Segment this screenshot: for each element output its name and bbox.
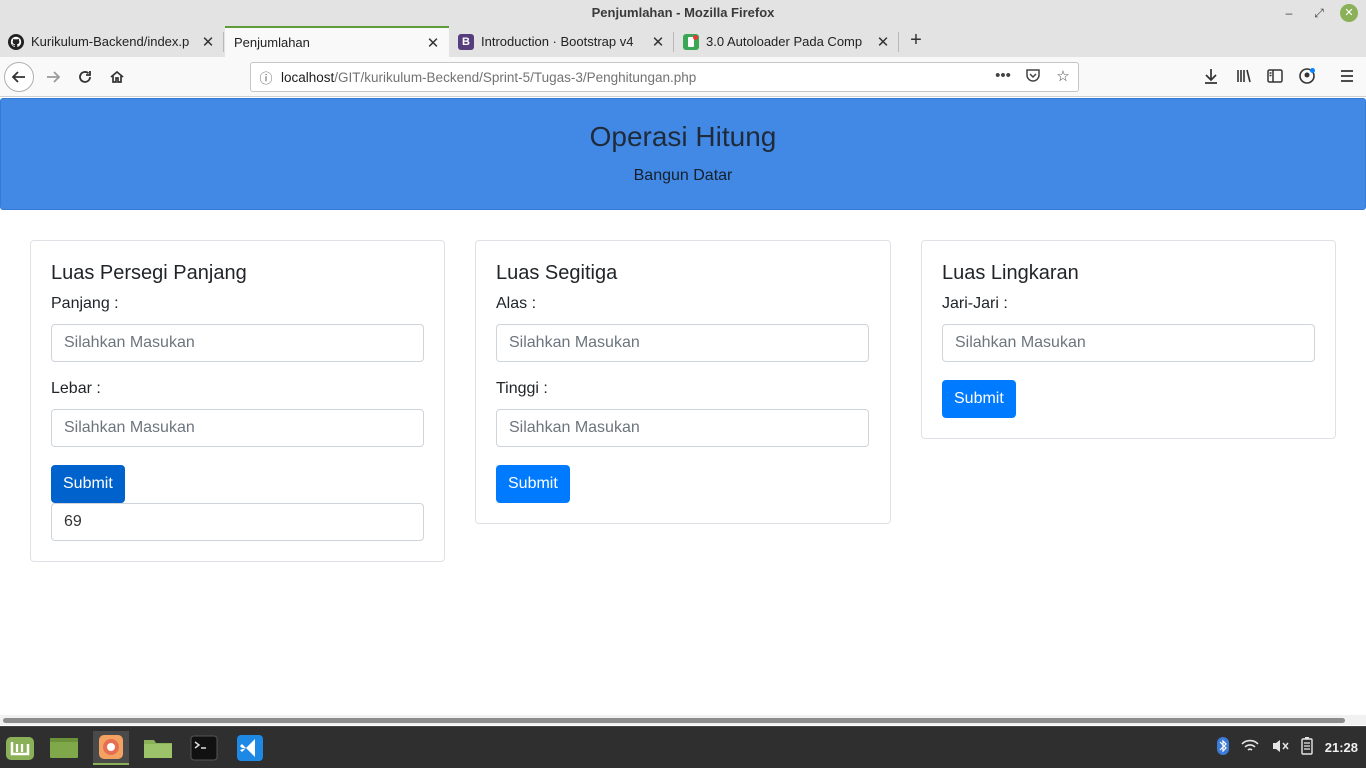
show-desktop-icon[interactable] bbox=[46, 731, 82, 765]
tab-separator bbox=[223, 32, 224, 52]
bootstrap-icon: B bbox=[458, 33, 474, 50]
desktop-taskbar: 21:28 bbox=[0, 726, 1366, 768]
new-tab-icon[interactable]: + bbox=[903, 26, 929, 57]
system-tray: 21:28 bbox=[1216, 737, 1358, 758]
page-actions-icon[interactable]: ••• bbox=[994, 67, 1012, 87]
card-title: Luas Persegi Panjang bbox=[51, 262, 247, 284]
files-icon[interactable] bbox=[140, 731, 176, 765]
back-icon[interactable] bbox=[4, 62, 34, 92]
window-title: Penjumlahan - Mozilla Firefox bbox=[591, 5, 775, 20]
tab-label: Kurikulum-Backend/index.p bbox=[31, 34, 190, 49]
menu-icon[interactable] bbox=[1338, 67, 1356, 85]
width-input[interactable]: Silahkan Masukan bbox=[51, 409, 424, 447]
close-tab-icon[interactable]: ✕ bbox=[648, 33, 668, 51]
downloads-icon[interactable] bbox=[1202, 67, 1220, 85]
close-tab-icon[interactable]: ✕ bbox=[198, 33, 218, 51]
forward-icon[interactable] bbox=[38, 62, 68, 92]
minimize-icon[interactable]: – bbox=[1280, 4, 1298, 22]
length-input[interactable]: Silahkan Masukan bbox=[51, 324, 424, 362]
radius-input[interactable]: Silahkan Masukan bbox=[942, 324, 1315, 362]
sidebar-icon[interactable] bbox=[1266, 67, 1284, 85]
rectangle-submit-button[interactable]: Submit bbox=[51, 465, 125, 503]
triangle-submit-button[interactable]: Submit bbox=[496, 465, 570, 503]
terminal-icon[interactable] bbox=[186, 731, 222, 765]
url-host: localhost bbox=[281, 69, 335, 85]
height-input[interactable]: Silahkan Masukan bbox=[496, 409, 869, 447]
tab-autoloader[interactable]: 3.0 Autoloader Pada Comp ✕ bbox=[675, 26, 899, 57]
tab-label: 3.0 Autoloader Pada Comp bbox=[706, 34, 863, 49]
base-input[interactable]: Silahkan Masukan bbox=[496, 324, 869, 362]
tab-label: Introduction · Bootstrap v4 bbox=[481, 34, 634, 49]
vscode-icon[interactable] bbox=[232, 731, 268, 765]
pocket-icon[interactable] bbox=[1024, 67, 1042, 87]
window-controls: – ⤢ ✕ bbox=[1280, 4, 1358, 22]
page-subtitle: Bangun Datar bbox=[633, 167, 733, 184]
mint-menu-icon[interactable] bbox=[2, 731, 38, 765]
volume-muted-icon[interactable] bbox=[1271, 738, 1289, 757]
card-title: Luas Lingkaran bbox=[942, 262, 1079, 284]
navigation-toolbar: ⓘ localhost/GIT/kurikulum-Beckend/Sprint… bbox=[0, 57, 1366, 97]
horizontal-scrollbar[interactable] bbox=[0, 715, 1366, 725]
address-bar[interactable]: ⓘ localhost/GIT/kurikulum-Beckend/Sprint… bbox=[250, 62, 1079, 92]
tab-bootstrap-introduction[interactable]: B Introduction · Bootstrap v4 ✕ bbox=[450, 26, 674, 57]
account-icon[interactable] bbox=[1298, 67, 1316, 85]
bluetooth-icon[interactable] bbox=[1216, 737, 1229, 758]
url-path: /GIT/kurikulum-Beckend/Sprint-5/Tugas-3/… bbox=[334, 69, 697, 85]
maximize-icon[interactable]: ⤢ bbox=[1310, 4, 1328, 22]
window-titlebar: Penjumlahan - Mozilla Firefox – ⤢ ✕ bbox=[0, 0, 1366, 26]
tab-label: Penjumlahan bbox=[234, 35, 310, 50]
url-actions: ••• ☆ bbox=[994, 67, 1072, 87]
page-header: Operasi Hitung Bangun Datar bbox=[0, 98, 1366, 210]
base-label: Alas : bbox=[496, 295, 537, 312]
width-label: Lebar : bbox=[51, 380, 101, 397]
close-tab-icon[interactable]: ✕ bbox=[423, 34, 443, 52]
clock[interactable]: 21:28 bbox=[1325, 740, 1358, 755]
close-tab-icon[interactable]: ✕ bbox=[873, 33, 893, 51]
rectangle-result-field[interactable]: 69 bbox=[51, 503, 424, 541]
circle-area-card: Luas Lingkaran Jari-Jari : Silahkan Masu… bbox=[921, 240, 1336, 439]
tab-penjumlahan[interactable]: Penjumlahan ✕ bbox=[225, 26, 449, 57]
home-icon[interactable] bbox=[102, 62, 132, 92]
reload-icon[interactable] bbox=[70, 62, 100, 92]
scrollbar-thumb[interactable] bbox=[3, 718, 1345, 723]
triangle-area-card: Luas Segitiga Alas : Silahkan Masukan Ti… bbox=[475, 240, 891, 524]
bookmark-star-icon[interactable]: ☆ bbox=[1054, 67, 1072, 87]
battery-icon[interactable] bbox=[1301, 737, 1313, 758]
site-info-icon[interactable]: ⓘ bbox=[251, 68, 281, 87]
height-label: Tinggi : bbox=[496, 380, 548, 397]
tab-kurikulum-backend[interactable]: Kurikulum-Backend/index.p ✕ bbox=[0, 26, 224, 57]
github-icon bbox=[8, 33, 24, 50]
length-label: Panjang : bbox=[51, 295, 119, 312]
circle-submit-button[interactable]: Submit bbox=[942, 380, 1016, 418]
tab-separator bbox=[898, 32, 899, 52]
codepolitan-icon-dot bbox=[693, 34, 698, 40]
library-icon[interactable] bbox=[1235, 67, 1253, 85]
rectangle-area-card: Luas Persegi Panjang Panjang : Silahkan … bbox=[30, 240, 445, 562]
page-title: Operasi Hitung bbox=[589, 121, 777, 152]
tab-separator bbox=[673, 32, 674, 52]
url-text: localhost/GIT/kurikulum-Beckend/Sprint-5… bbox=[281, 70, 696, 85]
radius-label: Jari-Jari : bbox=[942, 295, 1008, 312]
tab-strip: Kurikulum-Backend/index.p ✕ Penjumlahan … bbox=[0, 26, 1366, 57]
firefox-taskbar-icon[interactable] bbox=[93, 731, 129, 765]
codepolitan-icon bbox=[683, 33, 699, 50]
close-window-icon[interactable]: ✕ bbox=[1340, 4, 1358, 22]
card-title: Luas Segitiga bbox=[496, 262, 618, 284]
wifi-icon[interactable] bbox=[1241, 739, 1259, 756]
